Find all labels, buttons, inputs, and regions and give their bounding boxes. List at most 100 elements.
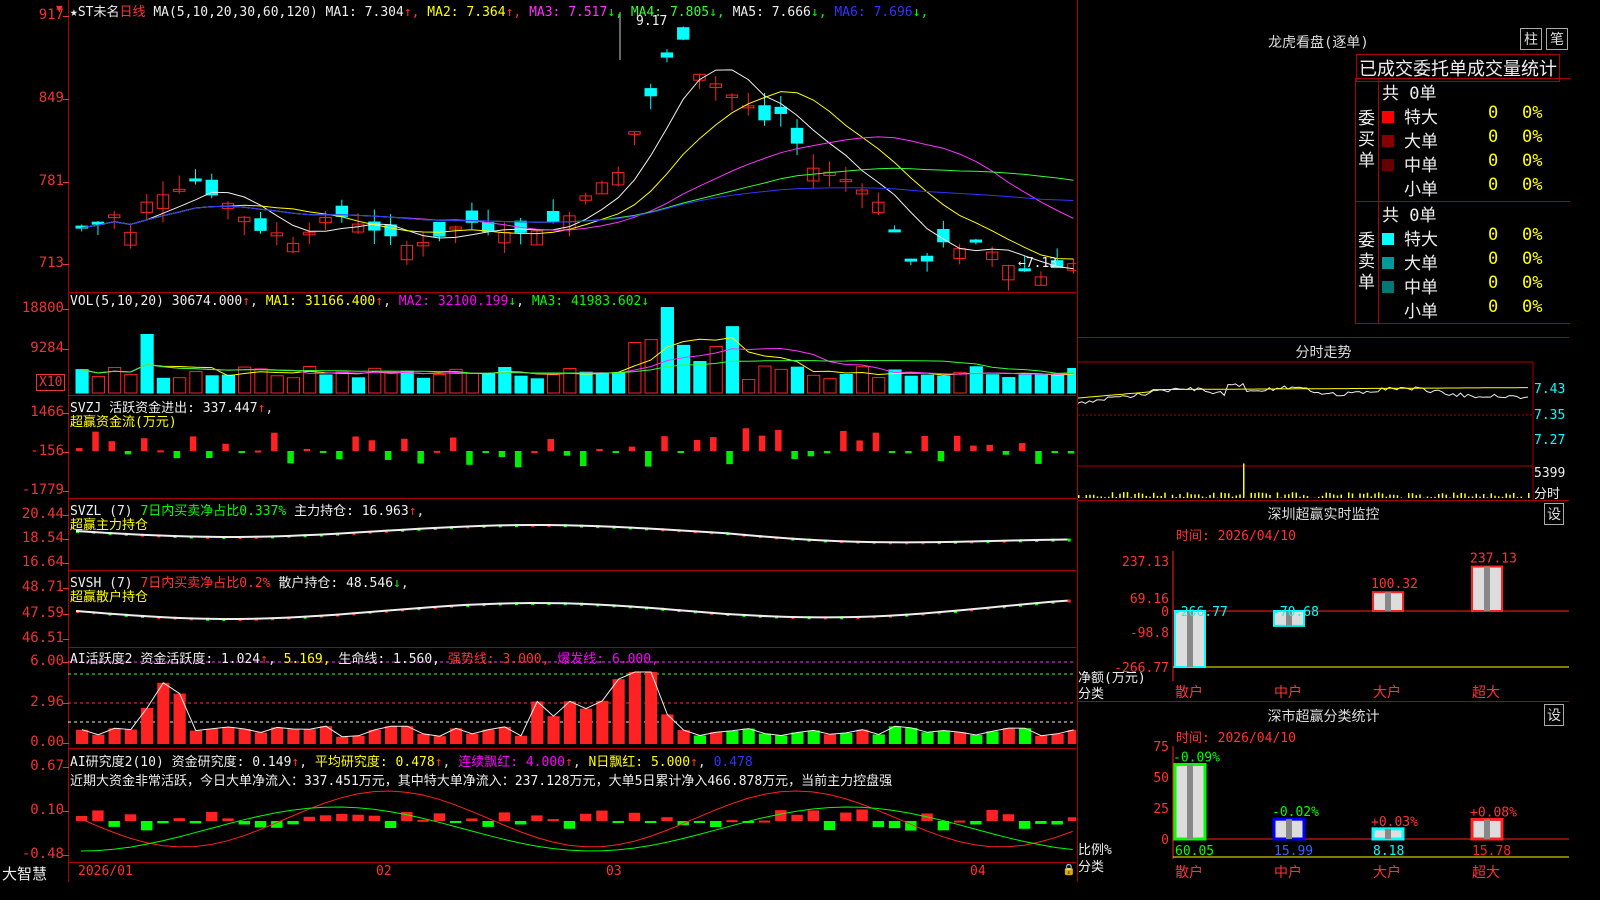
- intraday-vol-bar: [1295, 492, 1297, 498]
- kline-panel[interactable]: [68, 0, 1076, 293]
- flow-bar: [612, 451, 620, 453]
- activity-bar: [433, 736, 446, 744]
- activity-bar: [189, 730, 202, 744]
- date-tick: 03: [606, 864, 622, 879]
- candle: [254, 218, 267, 231]
- net-bar-label: -70.68: [1272, 605, 1319, 620]
- activity-bar: [1035, 735, 1048, 744]
- volume-bar: [693, 361, 707, 394]
- period-label[interactable]: 日线: [119, 5, 145, 20]
- kline-chart: [75, 12, 1076, 291]
- research-bar: [173, 818, 185, 821]
- ma-arrow: ↑,: [403, 5, 428, 20]
- research-bar: [222, 818, 234, 821]
- flow-bar: [1035, 451, 1042, 464]
- intraday-vol-bar: [1303, 494, 1305, 498]
- intraday-vol-bar: [1119, 493, 1121, 498]
- activity-bar: [840, 732, 853, 744]
- activity-bar: [108, 728, 121, 744]
- ai-comment: 近期大资金非常活跃，今日大单净流入：337.451万元，其中特大单净流入：237…: [70, 774, 893, 789]
- intraday-vol-bar: [1486, 497, 1489, 498]
- low-price-value: 7.13: [1025, 256, 1058, 271]
- order-count: 0: [1488, 273, 1499, 293]
- intraday-vol-bar: [1175, 497, 1177, 498]
- activity-bar: [336, 736, 349, 744]
- ai1-t3: 生命线: 1.560,: [338, 652, 441, 667]
- volume-bar: [286, 377, 301, 394]
- activity-bar: [417, 733, 430, 744]
- activity-bar: [937, 730, 950, 744]
- research-bar: [693, 821, 706, 823]
- tick-mode-button[interactable]: 笔: [1546, 28, 1568, 50]
- flow-bar: [1067, 451, 1075, 454]
- intraday-vol-bar: [1419, 494, 1421, 498]
- intraday-vol-bar: [1325, 492, 1327, 498]
- buy-side-label: 委买单: [1358, 109, 1375, 171]
- research-bar: [514, 821, 527, 825]
- activity-bar: [352, 735, 365, 744]
- flow-bar: [677, 451, 685, 453]
- flow-bar: [580, 451, 587, 467]
- order-row: 特大 0 0%: [1382, 103, 1568, 128]
- ai1-t1: 资金活跃度: 1.024: [140, 652, 261, 667]
- intraday-vol-bar: [1363, 493, 1365, 498]
- intraday-vol-bar: [1483, 494, 1485, 498]
- volume-bar: [1067, 367, 1076, 394]
- intraday-vol-bar: [1505, 493, 1507, 498]
- vol-ma3: [81, 359, 1074, 374]
- intraday-vol-bar: [1441, 493, 1444, 498]
- lock-icon[interactable]: 🔒: [1062, 863, 1076, 876]
- volume-bar: [238, 366, 252, 394]
- activity-bar: [206, 728, 219, 744]
- candle: [660, 52, 674, 58]
- flow-bar: [466, 451, 473, 465]
- ai-research-header: AI研究度2(10) 资金研究度: 0.149↑, 平均研究度: 0.478↑,…: [70, 755, 753, 770]
- ratio-change-label: -0.09%: [1173, 751, 1220, 766]
- flow-bar: [693, 439, 701, 451]
- flow-bar: [287, 451, 294, 464]
- intraday-vol-bar: [1520, 496, 1522, 498]
- activity-bar: [173, 693, 186, 744]
- category-name: 大户: [1373, 864, 1401, 881]
- stock-name[interactable]: ★ST未名: [70, 5, 119, 20]
- high-price-marker: 9.17: [636, 14, 668, 29]
- research-bar: [141, 821, 153, 831]
- activity-bar: [222, 727, 235, 744]
- activity-bar: [710, 732, 723, 744]
- ratio-bar-shade: [1187, 764, 1193, 839]
- intraday-vol-bar: [1494, 495, 1496, 498]
- volume-bar: [758, 365, 772, 394]
- volume-bar: [807, 374, 821, 394]
- bar-mode-button[interactable]: 柱: [1520, 28, 1542, 50]
- volume-bar: [91, 375, 105, 394]
- intraday-vol-bar: [1231, 496, 1234, 498]
- brand-label[interactable]: 大智慧: [2, 863, 47, 884]
- y-label: 0.00: [2, 734, 69, 750]
- activity-bar: [921, 732, 934, 744]
- intraday-vol-bar: [1411, 493, 1414, 498]
- research-bar: [368, 815, 381, 821]
- order-type: 小单: [1404, 180, 1438, 200]
- category-label: 分类: [1078, 687, 1105, 702]
- y-label: 6.00: [2, 653, 69, 669]
- activity-bar: [368, 729, 381, 744]
- flow-bar: [905, 451, 912, 454]
- intraday-vol-bar: [1426, 496, 1429, 498]
- intraday-panel[interactable]: 分时走势 7.43 7.35 7.27 5399 分时: [1077, 338, 1569, 502]
- y-label: -1779: [2, 482, 69, 498]
- intraday-vol-bar: [1224, 493, 1226, 498]
- research-bar: [596, 810, 608, 821]
- volume-bar: [546, 374, 561, 394]
- order-type: 小单: [1404, 302, 1438, 322]
- intraday-vol-bar: [1183, 496, 1185, 498]
- category-name: 散户: [1175, 684, 1203, 701]
- activity-bar: [612, 679, 625, 744]
- flow-bar: [547, 438, 554, 451]
- intraday-vol-bar: [1258, 492, 1260, 498]
- flow-bar: [108, 441, 116, 451]
- volume-bar: [579, 371, 593, 394]
- activity-bar: [580, 708, 593, 744]
- vol-ma3: MA3: 41983.602: [531, 294, 642, 309]
- flow-bar: [124, 451, 132, 455]
- research-bar: [580, 813, 592, 821]
